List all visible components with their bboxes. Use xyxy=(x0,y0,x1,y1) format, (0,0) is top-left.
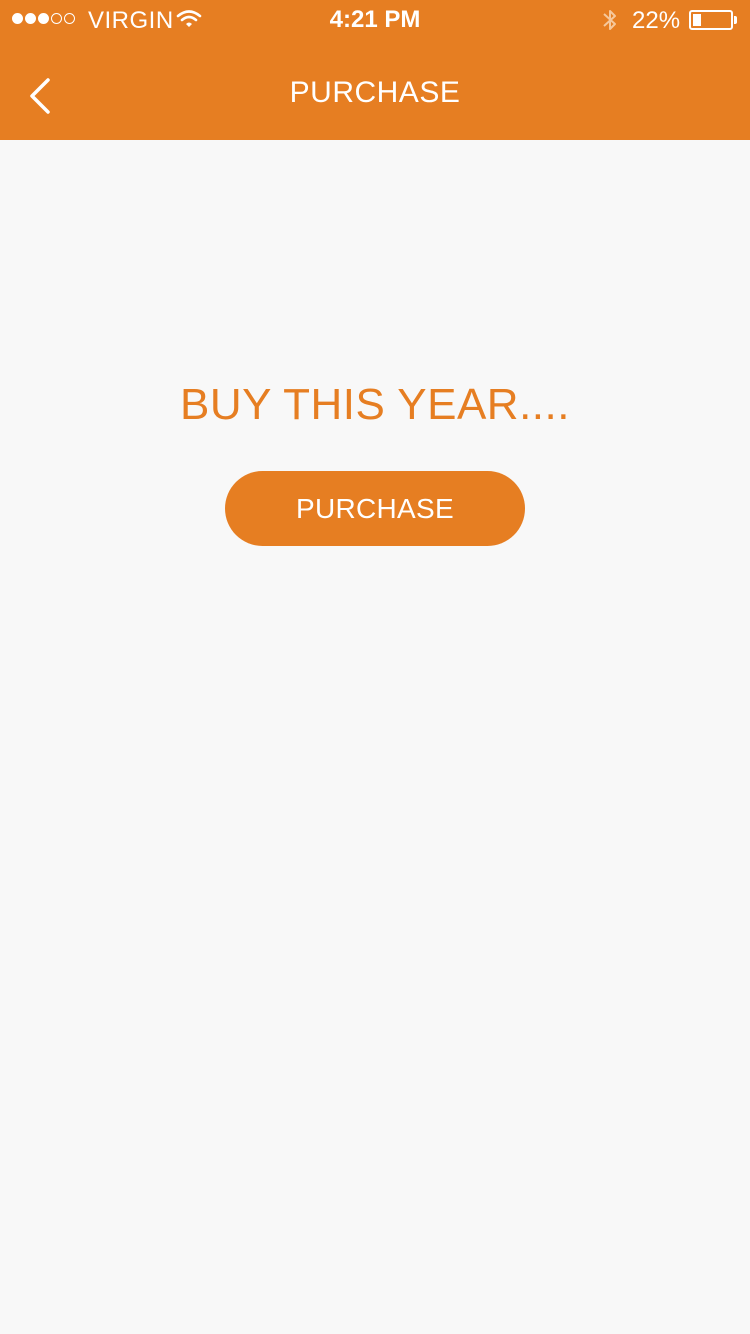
battery-icon xyxy=(689,10,733,30)
page-title: PURCHASE xyxy=(289,76,461,109)
bluetooth-icon xyxy=(603,10,616,30)
battery-tip xyxy=(734,16,737,24)
status-bar: VIRGIN 4:21 PM 22% xyxy=(0,0,750,40)
battery-level-fill xyxy=(693,14,701,26)
promo-headline: BUY THIS YEAR.... xyxy=(180,380,570,429)
purchase-button[interactable]: PURCHASE xyxy=(225,471,525,546)
header-bar: VIRGIN 4:21 PM 22% PURCHASE xyxy=(0,0,750,140)
battery-percent: 22% xyxy=(632,7,681,34)
